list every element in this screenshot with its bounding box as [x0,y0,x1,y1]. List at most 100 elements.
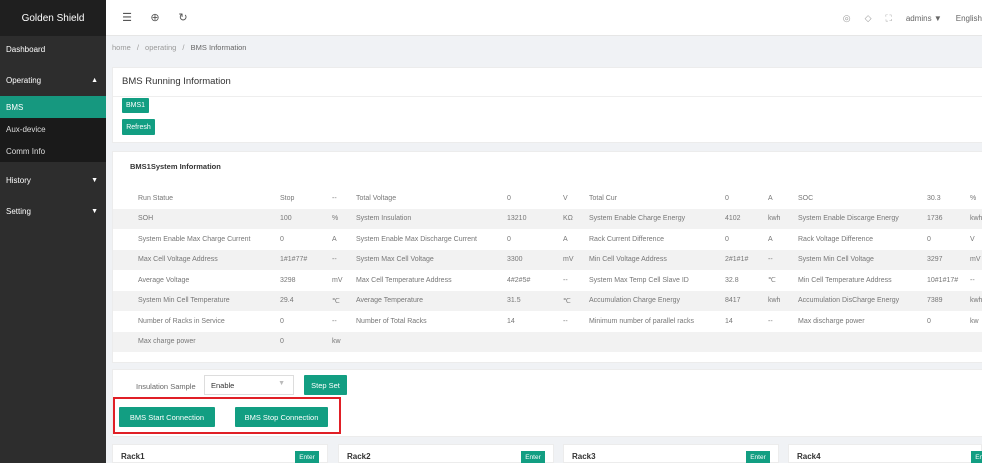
field-unit [563,331,589,352]
sidebar-item-operating[interactable]: Operating ▲ [0,68,106,93]
field-unit: V [563,194,568,202]
user-menu[interactable]: admins ▼ [906,14,942,23]
sidebar-item-dashboard[interactable]: Dashboard [0,37,106,62]
field-label: Max Cell Temperature Address [356,276,452,284]
fullscreen-icon[interactable]: ⛶ [886,13,892,24]
field-label: System Min Cell Temperature [113,290,280,311]
sidebar-item-setting[interactable]: Setting ▼ [0,199,106,224]
field-value: 3298 [280,276,296,284]
sidebar-item-label: Operating [6,76,42,85]
insulation-sample-select[interactable]: Enable ▼ [204,375,294,395]
menu-fold-icon[interactable]: ☰ [120,11,134,24]
table-row: System Enable Max Charge Current 0 A System… [113,229,982,250]
running-info-card: BMS Running Information BMS1 Refresh [112,67,982,143]
field-unit: A [768,235,773,243]
field-unit: kwh [768,290,798,311]
field-label: SOC [798,194,814,202]
tag-icon[interactable]: ◇ [865,13,872,24]
rack-name: Rack4 [797,452,821,461]
sidebar-item-aux-device[interactable]: Aux-device [0,118,106,140]
field-unit: -- [332,249,356,270]
rack-enter-button[interactable]: Enter [295,451,319,463]
breadcrumb-home[interactable]: home [112,43,131,52]
sidebar-item-history[interactable]: History ▼ [0,168,106,193]
field-value [725,331,768,352]
field-unit: V [970,235,975,243]
rack-card: Rack2 Enter [338,444,554,463]
field-label [798,331,927,352]
field-unit [970,331,982,352]
globe-icon[interactable]: ⊕ [148,11,162,24]
field-label: System Insulation [356,208,507,229]
field-unit: mV [563,249,589,270]
field-label: System Enable Discarge Energy [798,208,927,229]
field-label: Rack Current Difference [589,235,664,243]
sidebar-item-bms[interactable]: BMS [0,96,106,118]
field-unit: KΩ [563,208,589,229]
rack-card: Rack1 Enter [112,444,328,463]
field-value: 10#1#17# [927,276,959,284]
field-unit: mV [970,249,982,270]
field-label: Run Statue [138,194,174,202]
table-row: Max charge power 0 kw [113,331,982,352]
field-value [507,331,563,352]
field-value: 1736 [927,208,970,229]
table-row: System Min Cell Temperature 29.4 ℃ Average … [113,290,982,311]
field-label: Rack Voltage Difference [798,235,873,243]
field-unit: ℃ [768,277,776,285]
field-unit: -- [768,317,773,325]
field-label: System Enable Max Charge Current [138,235,251,243]
bms1-tab-button[interactable]: BMS1 [122,98,149,113]
palette-icon[interactable]: ◎ [843,13,851,24]
field-unit: A [768,194,773,202]
field-label: Total Cur [589,194,618,202]
rack-enter-button[interactable]: Enter [746,451,770,463]
field-unit: kwh [768,208,798,229]
field-label: Total Voltage [356,194,397,202]
field-value: 100 [280,208,332,229]
field-label: System Max Temp Cell Slave ID [589,276,689,284]
breadcrumb-section[interactable]: operating [145,43,176,52]
rack-name: Rack2 [347,452,371,461]
step-set-button[interactable]: Step Set [304,375,347,395]
field-label: System Enable Charge Energy [589,208,725,229]
refresh-icon[interactable]: ↻ [176,11,190,24]
field-unit: A [563,235,568,243]
rack-name: Rack1 [121,452,145,461]
language-select[interactable]: English [956,14,982,23]
field-label: Number of Racks in Service [138,317,225,325]
field-value: 0 [280,331,332,352]
field-value: 14 [507,317,515,325]
field-label: Average Voltage [138,276,190,284]
sidebar-item-comm-info[interactable]: Comm Info [0,140,106,162]
field-unit: -- [332,194,337,202]
field-value: 4102 [725,208,768,229]
system-info-table: Run Statue Stop -- Total Voltage 0 V Total Cur… [113,188,982,352]
field-value: 32.8 [725,276,739,284]
sidebar-item-label: Setting [6,207,31,216]
field-value: 4#2#5# [507,276,531,284]
field-unit: kw [970,317,979,325]
field-value: 0 [725,194,729,202]
insulation-sample-label: Insulation Sample [136,382,196,391]
field-value: 29.4 [280,290,332,311]
field-label: Average Temperature [356,290,507,311]
caret-down-icon: ▼ [91,177,98,184]
field-unit: -- [332,317,337,325]
field-value: 0 [507,194,511,202]
app-logo: Golden Shield [0,0,106,36]
breadcrumb-current: BMS Information [190,43,247,52]
field-label: Accumulation Charge Energy [589,290,725,311]
field-value: 13210 [507,208,563,229]
sidebar-item-label: History [6,176,31,185]
refresh-button[interactable]: Refresh [122,119,155,135]
rack-card: Rack4 Enter [788,444,982,463]
field-value [927,331,970,352]
field-value: 8417 [725,290,768,311]
rack-enter-button[interactable]: Enter [971,451,982,463]
caret-down-icon: ▼ [91,208,98,215]
table-row: SOH 100% System Insulation 13210 KΩ System En… [113,208,982,229]
rack-name: Rack3 [572,452,596,461]
rack-enter-button[interactable]: Enter [521,451,545,463]
field-label: Minimum number of parallel racks [589,317,695,325]
